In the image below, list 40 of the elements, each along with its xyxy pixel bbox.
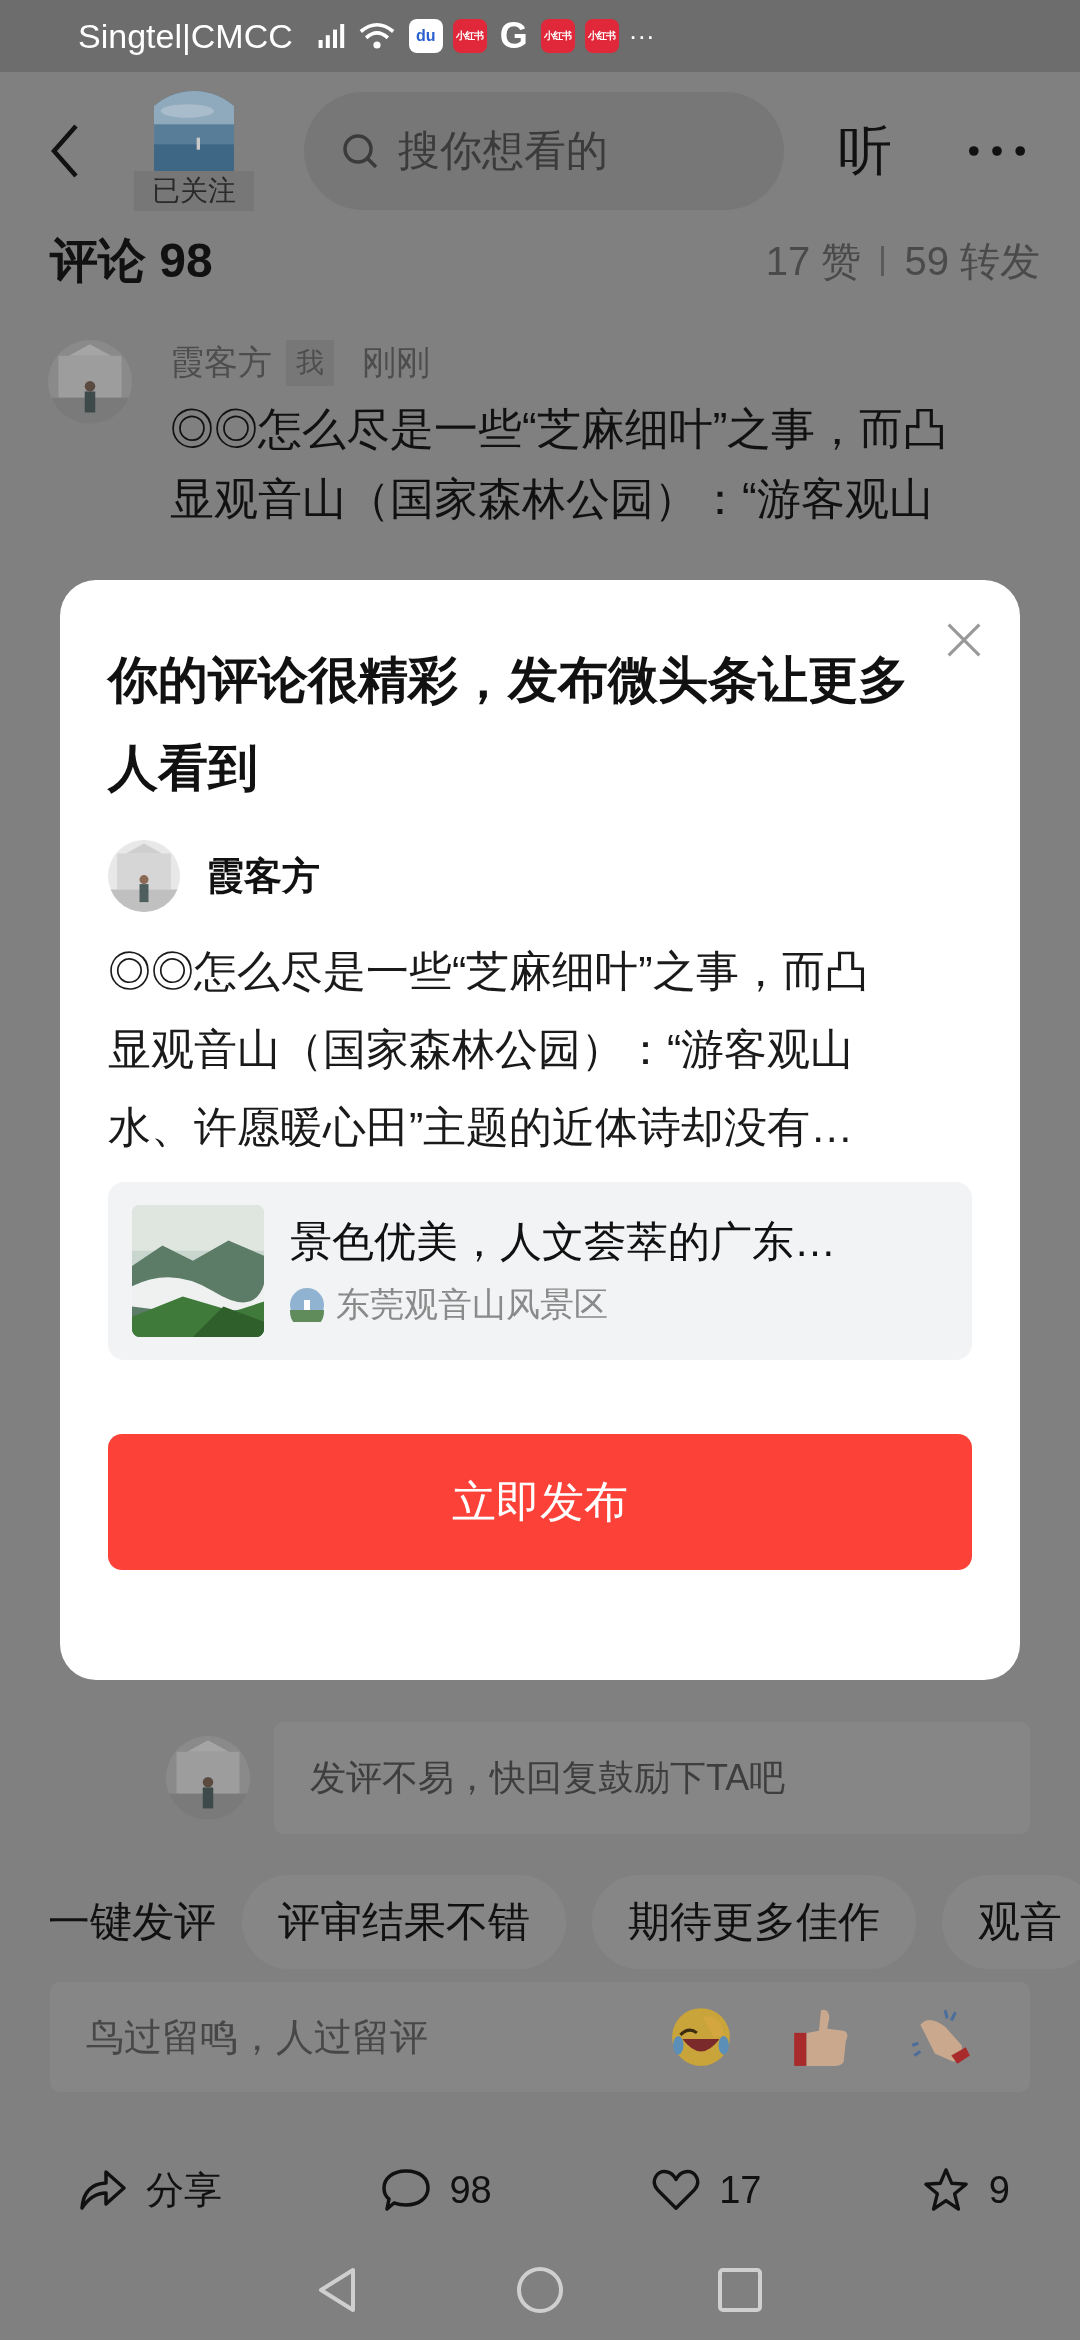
comment-text: ◎◎怎么尽是一些“芝麻细叶”之事，而凸 显观音山（国家森林公园）：“游客观山 bbox=[170, 403, 948, 525]
app-notification-icon: 小红书 bbox=[584, 19, 619, 53]
publish-button[interactable]: 立即发布 bbox=[108, 1434, 972, 1570]
recents-nav-icon[interactable] bbox=[715, 2265, 765, 2315]
app-notification-icon: 小红书 bbox=[452, 19, 487, 53]
listen-button[interactable]: 听 bbox=[838, 114, 892, 188]
action-button[interactable]: 9 bbox=[920, 2167, 1010, 2213]
action-button[interactable]: 98 bbox=[381, 2167, 492, 2213]
app-notification-icon: du bbox=[408, 19, 443, 53]
action-button[interactable]: 分享 bbox=[78, 2164, 222, 2216]
more-icon[interactable] bbox=[968, 145, 1026, 157]
close-icon[interactable] bbox=[946, 622, 982, 658]
back-icon[interactable] bbox=[50, 123, 80, 179]
app-notification-icon: 小红书 bbox=[540, 19, 575, 53]
dialog-title: 你的评论很精彩，发布微头条让更多 人看到 bbox=[108, 651, 909, 798]
app-notification-icon: G bbox=[496, 19, 531, 53]
home-nav-icon[interactable] bbox=[515, 2265, 565, 2315]
quick-reply-chip[interactable]: 期待更多佳作 bbox=[592, 1875, 916, 1969]
quick-reply-chip[interactable]: 评审结果不错 bbox=[242, 1875, 566, 1969]
author-name: 霞客方 bbox=[206, 853, 320, 899]
followed-badge: 已关注 bbox=[134, 171, 254, 211]
article-title: 景色优美，人文荟萃的广东… bbox=[290, 1218, 836, 1265]
action-button[interactable]: 17 bbox=[651, 2167, 762, 2213]
search-field[interactable]: 搜你想看的 bbox=[304, 92, 784, 210]
reply-field[interactable]: 发评不易，快回复鼓励下TA吧 bbox=[274, 1722, 1030, 1834]
search-placeholder: 搜你想看的 bbox=[398, 126, 608, 176]
comment-input-field[interactable]: 鸟过留鸣，人过留评 bbox=[50, 1982, 1030, 2092]
quick-reply-chip[interactable]: 观音 bbox=[942, 1875, 1080, 1969]
comment-icon bbox=[381, 2167, 432, 2213]
search-icon bbox=[340, 131, 380, 171]
share-icon bbox=[78, 2167, 128, 2213]
more-notifications: ··· bbox=[628, 20, 655, 52]
comment-preview: ◎◎怎么尽是一些“芝麻细叶”之事，而凸 显观音山（国家森林公园）：“游客观山 水、许愿暖心田”主题的近体诗却没有… bbox=[108, 946, 869, 1153]
wifi-icon bbox=[358, 21, 395, 51]
carrier-name: Singtel|CMCC bbox=[78, 16, 293, 56]
linked-article-card[interactable]: 景色优美，人文荟萃的广东… 东莞观音山风景区 bbox=[108, 1182, 972, 1360]
comments-title: 评论 98 bbox=[50, 233, 213, 289]
heart-icon bbox=[651, 2167, 702, 2213]
quick-reply-label: 一键发评 bbox=[48, 1897, 216, 1947]
article-source: 东莞观音山风景区 bbox=[336, 1284, 608, 1325]
